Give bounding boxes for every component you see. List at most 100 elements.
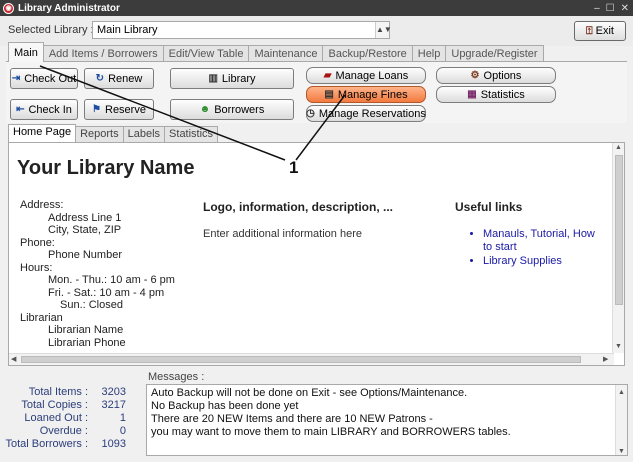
address-line: Address Line 1 — [48, 211, 122, 224]
library-button[interactable]: ▥ Library — [170, 68, 294, 89]
library-contact-info: Address: Address Line 1 City, State, ZIP… — [20, 199, 175, 349]
exit-button[interactable]: ⍐ Exit — [574, 21, 626, 41]
scroll-left-icon[interactable]: ◀ — [11, 355, 16, 363]
hours-fri-sat: Fri. - Sat.: 10 am - 4 pm — [48, 286, 165, 299]
logo-info-heading: Logo, information, description, ... — [203, 200, 393, 214]
stat-value: 0 — [119, 425, 126, 437]
tab-maintenance[interactable]: Maintenance — [248, 45, 324, 62]
renew-label: Renew — [108, 72, 143, 85]
tab-add-items-borrowers[interactable]: Add Items / Borrowers — [42, 45, 164, 62]
books-icon: ▥ — [208, 73, 218, 84]
librarian-label: Librarian — [20, 311, 63, 324]
close-icon[interactable]: ✕ — [621, 3, 629, 14]
scroll-right-icon[interactable]: ▶ — [603, 355, 608, 363]
loans-icon: ▰ — [323, 70, 332, 81]
message-line: Auto Backup will not be done on Exit - s… — [151, 387, 468, 399]
message-line: you may want to move them to main LIBRAR… — [151, 426, 511, 438]
window-controls: – ☐ ✕ — [594, 0, 629, 16]
logo-info-section: Logo, information, description, ... Ente… — [203, 200, 433, 240]
manage-loans-label: Manage Loans — [335, 69, 409, 82]
check-out-label: Check Out — [24, 72, 77, 85]
manage-fines-button[interactable]: ▤ Manage Fines — [306, 86, 426, 103]
tab-main[interactable]: Main — [8, 42, 44, 62]
check-in-button[interactable]: ⇤ Check In — [10, 99, 78, 120]
renew-icon: ↻ — [95, 73, 105, 84]
stat-label: Total Items : — [28, 386, 88, 398]
tab-reports[interactable]: Reports — [75, 126, 124, 142]
stat-total-borrowers: Total Borrowers : 1093 — [0, 438, 140, 451]
scroll-up-icon[interactable]: ▲ — [615, 144, 622, 151]
chevron-down-icon[interactable]: ▲▼ — [375, 22, 392, 38]
stat-total-items: Total Items : 3203 — [0, 386, 140, 399]
library-label: Library — [221, 72, 256, 85]
check-out-icon: ⇥ — [11, 73, 21, 84]
reserve-button[interactable]: ⚑ Reserve — [84, 99, 154, 120]
library-bar: Selected Library : Main Library ▲▼ ⍐ Exi… — [0, 16, 633, 46]
librarian-name: Librarian Name — [48, 324, 124, 336]
tab-upgrade-register[interactable]: Upgrade/Register — [445, 45, 544, 62]
home-horizontal-scrollbar[interactable]: ◀ ▶ — [9, 353, 614, 365]
scroll-up-icon[interactable]: ▲ — [618, 386, 625, 399]
options-label: Options — [483, 69, 522, 82]
scroll-down-icon[interactable]: ▼ — [615, 343, 622, 350]
stat-label: Total Copies : — [21, 399, 88, 411]
hours-label: Hours: — [20, 261, 53, 274]
app-icon: ◉ — [3, 2, 14, 14]
hours-sun: Sun.: Closed — [60, 299, 123, 311]
horizontal-scroll-thumb[interactable] — [21, 356, 581, 363]
clock-icon: ◷ — [306, 108, 315, 119]
messages-label: Messages : — [148, 371, 205, 383]
stat-label: Total Borrowers : — [5, 438, 88, 450]
options-button[interactable]: ⚙ Options — [436, 67, 556, 84]
stat-value: 3203 — [101, 386, 126, 398]
messages-scrollbar[interactable]: ▲ ▼ — [615, 385, 627, 455]
home-vertical-scrollbar[interactable]: ▲ ▼ — [612, 143, 624, 353]
stats-panel: Total Items : 3203 Total Copies : 3217 L… — [0, 386, 140, 451]
tab-labels[interactable]: Labels — [122, 126, 166, 142]
statistics-label: Statistics — [480, 88, 525, 101]
stat-total-copies: Total Copies : 3217 — [0, 399, 140, 412]
librarian-phone: Librarian Phone — [48, 336, 126, 349]
check-out-button[interactable]: ⇥ Check Out — [10, 68, 78, 89]
library-select[interactable]: Main Library ▲▼ — [92, 21, 392, 39]
reserve-icon: ⚑ — [92, 104, 101, 115]
messages-box[interactable]: Auto Backup will not be done on Exit - s… — [146, 384, 628, 456]
options-icon: ⚙ — [470, 70, 480, 81]
renew-button[interactable]: ↻ Renew — [84, 68, 154, 89]
stat-value: 3217 — [101, 399, 126, 411]
chart-icon: ▦ — [467, 89, 477, 100]
check-in-label: Check In — [28, 103, 72, 116]
link-tutorial[interactable]: Manauls, Tutorial, How to start — [483, 228, 605, 254]
tab-edit-view-table[interactable]: Edit/View Table — [162, 45, 250, 62]
sub-tab-bar: Home Page Reports Labels Statistics — [8, 124, 219, 142]
tab-home-page[interactable]: Home Page — [8, 124, 77, 142]
useful-links-heading: Useful links — [455, 200, 523, 214]
vertical-scroll-thumb[interactable] — [615, 155, 623, 305]
fines-icon: ▤ — [324, 89, 334, 100]
tab-help[interactable]: Help — [411, 45, 447, 62]
stat-value: 1093 — [101, 438, 126, 450]
manage-loans-button[interactable]: ▰ Manage Loans — [306, 67, 426, 84]
window-title: Library Administrator — [18, 2, 120, 14]
home-page-view: Your Library Name Address: Address Line … — [8, 142, 625, 366]
tab-statistics[interactable]: Statistics — [164, 126, 219, 142]
tab-backup-restore[interactable]: Backup/Restore — [322, 45, 413, 62]
stat-loaned-out: Loaned Out : 1 — [0, 412, 140, 425]
phone-label: Phone: — [20, 236, 55, 249]
manage-fines-label: Manage Fines — [337, 88, 408, 101]
exit-door-icon: ⍐ — [586, 24, 593, 37]
main-panel: ⇥ Check Out ↻ Renew ▥ Library ⇤ Check In… — [6, 61, 627, 123]
person-icon: ☻ — [199, 104, 211, 115]
message-line: There are 20 NEW Items and there are 10 … — [151, 413, 433, 425]
scroll-down-icon[interactable]: ▼ — [618, 445, 625, 458]
manage-reservations-label: Manage Reservations — [318, 107, 426, 120]
stat-label: Overdue : — [39, 425, 88, 437]
borrowers-button[interactable]: ☻ Borrowers — [170, 99, 294, 120]
maximize-icon[interactable]: ☐ — [606, 3, 615, 14]
manage-reservations-button[interactable]: ◷ Manage Reservations — [306, 105, 426, 122]
minimize-icon[interactable]: – — [594, 3, 600, 14]
link-library-supplies[interactable]: Library Supplies — [483, 255, 605, 268]
check-in-icon: ⇤ — [16, 104, 25, 115]
statistics-button[interactable]: ▦ Statistics — [436, 86, 556, 103]
exit-label: Exit — [595, 25, 614, 37]
